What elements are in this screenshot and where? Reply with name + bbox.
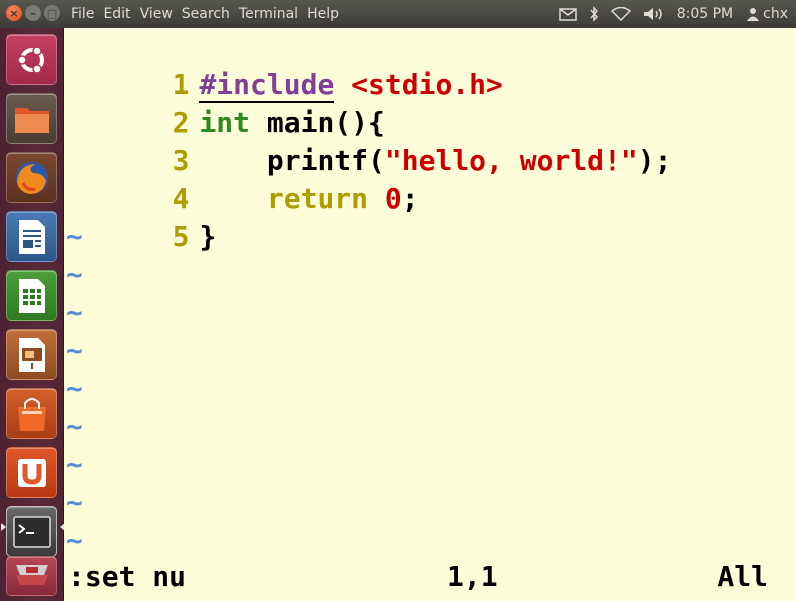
spreadsheet-icon <box>18 278 45 313</box>
code-text: ); <box>637 144 672 177</box>
menu-search[interactable]: Search <box>182 6 230 22</box>
cursor-position: 1,1 <box>447 560 498 593</box>
tilde-marker: ~ <box>66 448 83 481</box>
tilde-marker: ~ <box>66 334 83 367</box>
bluetooth-icon[interactable] <box>589 6 599 22</box>
calc-launcher[interactable] <box>6 270 57 321</box>
return-keyword: return <box>266 182 369 215</box>
menu-bar: File Edit View Search Terminal Help <box>71 0 348 28</box>
tilde-marker: ~ <box>66 410 83 443</box>
impress-launcher[interactable] <box>6 329 57 380</box>
firefox-launcher[interactable] <box>6 152 57 203</box>
line-number: 5 <box>172 220 190 253</box>
ubuntu-logo-icon <box>16 45 44 74</box>
tilde-marker: ~ <box>66 524 83 557</box>
window-controls: × – □ <box>6 5 60 21</box>
top-panel: × – □ File Edit View Search Terminal Hel… <box>0 0 796 28</box>
writer-launcher[interactable] <box>6 211 57 262</box>
ubuntu-dash-button[interactable] <box>6 34 57 85</box>
launcher <box>0 28 65 601</box>
maximize-icon[interactable]: □ <box>44 5 60 21</box>
menu-file[interactable]: File <box>71 6 94 22</box>
menu-view[interactable]: View <box>140 6 173 22</box>
command-text: :set nu <box>68 560 187 593</box>
trash-launcher[interactable] <box>6 556 57 596</box>
code-text: } <box>199 220 217 253</box>
volume-icon[interactable] <box>643 7 665 21</box>
running-indicator <box>1 523 6 531</box>
minimize-icon[interactable]: – <box>25 5 41 21</box>
terminal-launcher[interactable] <box>6 506 57 557</box>
user-menu[interactable]: chx <box>747 6 788 22</box>
number-literal: 0 <box>384 182 402 215</box>
vim-command-line: :set nu 1,1 All <box>64 558 796 596</box>
tilde-marker: ~ <box>66 486 83 519</box>
indicator-area: 8:05 PM chx <box>558 0 796 28</box>
code-line-1: 1 #include <stdio.h> <box>64 28 503 103</box>
user-icon <box>747 8 760 21</box>
mail-icon[interactable] <box>558 7 577 21</box>
menu-terminal[interactable]: Terminal <box>239 6 298 22</box>
terminal-icon <box>12 515 51 548</box>
tilde-marker: ~ <box>66 258 83 291</box>
code-line-3: 3 printf("hello, world!"); <box>64 104 672 177</box>
files-launcher[interactable] <box>6 93 57 144</box>
ubuntu-one-icon <box>17 458 46 487</box>
document-icon <box>18 219 45 254</box>
menu-edit[interactable]: Edit <box>103 6 130 22</box>
user-name: chx <box>763 6 788 22</box>
firefox-icon <box>15 161 48 194</box>
close-icon[interactable]: × <box>6 5 22 21</box>
stacked-icons <box>15 565 48 585</box>
tilde-marker: ~ <box>66 296 83 329</box>
menu-help[interactable]: Help <box>307 6 339 22</box>
code-line-5: 5} <box>64 180 217 253</box>
ubuntu-one-launcher[interactable] <box>6 447 57 498</box>
presentation-icon <box>18 337 45 372</box>
code-line-2: 2 int main(){ <box>64 66 385 139</box>
clock[interactable]: 8:05 PM <box>677 6 733 22</box>
code-text: ; <box>401 182 419 215</box>
scroll-position: All <box>717 560 768 593</box>
tilde-marker: ~ <box>66 372 83 405</box>
string-literal: "hello, world!" <box>384 144 638 177</box>
tilde-marker: ~ <box>66 220 83 253</box>
wifi-icon[interactable] <box>610 7 631 21</box>
vim-editor[interactable]: 1 #include <stdio.h> 2 int main(){ 3 print… <box>64 28 796 601</box>
software-center-launcher[interactable] <box>6 388 57 439</box>
shopping-bag-icon <box>17 397 46 431</box>
code-line-4: 4 return 0; <box>64 142 419 215</box>
folder-icon <box>14 107 49 133</box>
